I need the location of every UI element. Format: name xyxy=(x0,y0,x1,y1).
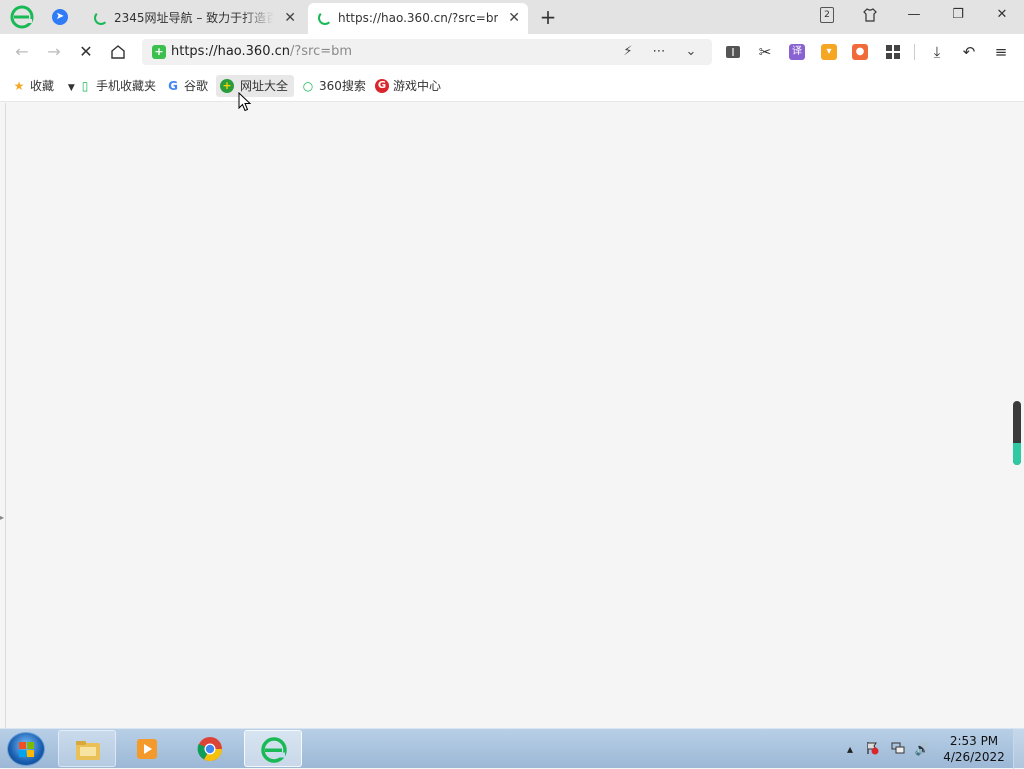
more-icon[interactable]: ⋯ xyxy=(649,42,669,62)
tab-title: https://hao.360.cn/?src=bm xyxy=(338,11,498,25)
address-bar[interactable]: + https://hao.360.cn/?src=bm ⚡ ⋯ ⌄ xyxy=(142,39,712,65)
chevron-down-icon[interactable]: ▼ xyxy=(68,83,75,93)
stop-icon[interactable]: ✕ xyxy=(74,40,98,64)
toolbar-separator xyxy=(914,44,915,60)
new-tab-button[interactable]: + xyxy=(538,4,558,30)
navigation-extension-icon[interactable]: ➤ xyxy=(52,9,68,25)
scroll-indicator-fill xyxy=(1013,443,1021,465)
tab-title: 2345网址导航 – 致力于打造百年品牌 xyxy=(114,11,274,25)
navigation-bar: ← → ✕ + https://hao.360.cn/?src=bm ⚡ ⋯ ⌄… xyxy=(0,34,1024,70)
360-browser-logo-icon[interactable] xyxy=(10,5,34,29)
skin-icon[interactable] xyxy=(854,0,886,30)
restore-button[interactable]: ❐ xyxy=(942,0,974,30)
windows-logo-icon xyxy=(19,742,35,758)
download-icon[interactable]: ⤓ xyxy=(927,42,947,62)
action-center-icon[interactable] xyxy=(864,741,880,757)
tab-close-icon[interactable]: ✕ xyxy=(508,3,520,34)
show-desktop-button[interactable] xyxy=(1013,729,1024,769)
mouse-cursor-icon xyxy=(238,92,252,112)
bookmark-game-center[interactable]: G 游戏中心 xyxy=(375,75,441,97)
taskbar-explorer[interactable] xyxy=(58,730,116,767)
secure-shield-icon: + xyxy=(152,45,166,59)
scroll-indicator[interactable] xyxy=(1013,401,1021,465)
url-text[interactable]: https://hao.360.cn/?src=bm xyxy=(171,44,352,59)
clock-time: 2:53 PM xyxy=(949,734,999,748)
home-icon[interactable] xyxy=(106,40,130,64)
media-player-icon xyxy=(137,739,157,759)
clock[interactable]: 2:53 PM 4/26/2022 xyxy=(940,733,1008,765)
show-hidden-icons-icon[interactable]: ▴ xyxy=(842,741,858,757)
tab-close-icon[interactable]: ✕ xyxy=(284,3,296,34)
taskbar-chrome[interactable] xyxy=(181,730,239,767)
lightning-icon[interactable]: ⚡ xyxy=(618,42,638,62)
loading-spinner-icon xyxy=(318,11,332,25)
360-nav-icon: + xyxy=(220,79,234,93)
menu-icon[interactable]: ≡ xyxy=(991,42,1011,62)
sidebar-expand-handle[interactable]: ▸ xyxy=(0,513,4,522)
chrome-icon xyxy=(197,737,222,762)
reader-icon[interactable] xyxy=(723,42,743,62)
dropdown-icon[interactable]: ⌄ xyxy=(681,42,701,62)
back-icon[interactable]: ← xyxy=(10,40,34,64)
bookmarks-bar: ★ 收藏 ▼ ▯ 手机收藏夹 G 谷歌 + 网址大全 ○ 360搜索 G 游戏中… xyxy=(0,70,1024,102)
system-tray: ▴ 🔊 xyxy=(840,729,940,769)
game-center-icon: G xyxy=(375,79,389,93)
volume-icon[interactable]: 🔊 xyxy=(914,741,930,757)
undo-icon[interactable]: ↶ xyxy=(959,42,979,62)
taskbar: ▴ 🔊 2:53 PM 4/26/2022 xyxy=(0,728,1024,769)
phone-icon: ▯ xyxy=(81,79,89,93)
bookmark-favorites[interactable]: ★ 收藏 ▼ xyxy=(12,75,75,97)
sidebar-edge xyxy=(5,103,6,728)
bookmark-google[interactable]: G 谷歌 xyxy=(166,75,208,97)
close-window-button[interactable]: ✕ xyxy=(986,0,1018,30)
translate-icon[interactable]: 译 xyxy=(789,44,805,60)
folder-icon xyxy=(76,741,100,760)
scissors-icon[interactable]: ✂ xyxy=(755,42,775,62)
google-icon: G xyxy=(168,79,178,93)
minimize-button[interactable]: — xyxy=(898,0,930,30)
clock-date: 4/26/2022 xyxy=(943,750,1005,764)
360-browser-icon xyxy=(261,737,287,763)
apps-grid-icon[interactable] xyxy=(883,42,903,62)
title-bar: ➤ 2345网址导航 – 致力于打造百年品牌 ✕ https://hao.360… xyxy=(0,0,1024,34)
star-icon: ★ xyxy=(13,79,25,93)
bookmark-360-nav[interactable]: + 网址大全 xyxy=(216,75,295,97)
bookmark-360-search[interactable]: ○ 360搜索 xyxy=(301,75,366,97)
taskbar-360-browser[interactable] xyxy=(244,730,302,767)
tab-count-badge[interactable]: 2 xyxy=(820,7,834,23)
tab-2345[interactable]: 2345网址导航 – 致力于打造百年品牌 ✕ xyxy=(84,3,304,34)
loading-spinner-icon xyxy=(94,11,108,25)
bookmark-mobile-favorites[interactable]: ▯ 手机收藏夹 xyxy=(78,75,156,97)
tab-hao360[interactable]: https://hao.360.cn/?src=bm ✕ xyxy=(308,3,528,34)
360-search-icon: ○ xyxy=(302,79,314,93)
network-icon[interactable] xyxy=(890,741,906,757)
taskbar-media-player[interactable] xyxy=(118,730,176,767)
game-controller-icon[interactable]: ● xyxy=(852,44,868,60)
shield-badge-icon[interactable]: ▾ xyxy=(821,44,837,60)
start-button[interactable] xyxy=(7,732,45,766)
forward-icon[interactable]: → xyxy=(42,40,66,64)
page-content[interactable]: ▸ xyxy=(0,103,1024,728)
